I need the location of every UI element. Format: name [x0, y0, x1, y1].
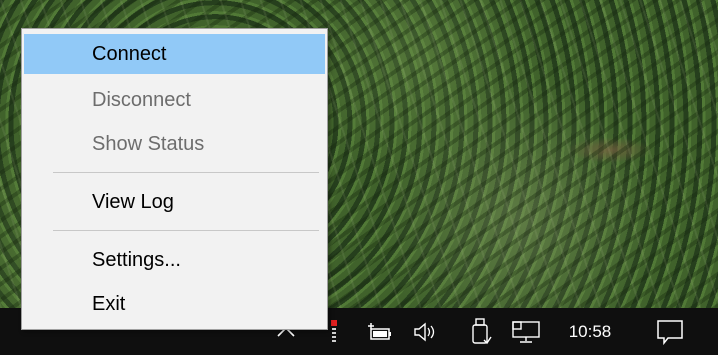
- taskbar-clock[interactable]: 10:58: [556, 308, 624, 355]
- app-tray-icon[interactable]: [326, 308, 342, 355]
- menu-separator: [53, 172, 319, 173]
- menu-item-label: Settings...: [92, 248, 181, 271]
- menu-item-settings[interactable]: Settings...: [24, 240, 325, 280]
- menu-item-disconnect[interactable]: Disconnect: [24, 80, 325, 120]
- menu-item-show-status[interactable]: Show Status: [24, 124, 325, 164]
- menu-item-label: Show Status: [92, 132, 205, 155]
- menu-item-label: Disconnect: [92, 88, 191, 111]
- usb-drive-icon[interactable]: [466, 308, 496, 355]
- menu-item-view-log[interactable]: View Log: [24, 182, 325, 222]
- menu-item-exit[interactable]: Exit: [24, 284, 325, 324]
- context-menu: Connect Disconnect Show Status View Log …: [21, 28, 328, 330]
- menu-item-label: Connect: [92, 42, 167, 65]
- menu-item-label: Exit: [92, 292, 126, 315]
- action-center-icon[interactable]: [648, 308, 692, 355]
- menu-item-connect[interactable]: Connect: [24, 34, 325, 74]
- network-icon[interactable]: [509, 308, 543, 355]
- volume-icon[interactable]: [411, 308, 441, 355]
- menu-item-label: View Log: [92, 190, 174, 213]
- menu-separator: [53, 230, 319, 231]
- clock-time: 10:58: [568, 321, 612, 341]
- battery-icon[interactable]: [364, 308, 394, 355]
